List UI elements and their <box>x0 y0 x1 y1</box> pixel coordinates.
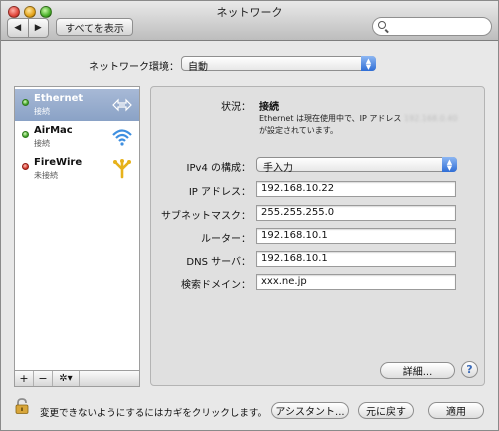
status-description: Ethernet は現在使用中で、IP アドレス 192.168.0.40 が設… <box>259 113 459 137</box>
search-icon <box>378 21 386 29</box>
subnet-mask-field[interactable]: 255.255.255.0 <box>256 205 456 221</box>
ip-address-field[interactable]: 192.168.10.22 <box>256 181 456 197</box>
back-forward-control: ◀ ▶ <box>7 18 49 38</box>
service-name: FireWire <box>34 157 83 168</box>
location-value: 自動 <box>188 62 208 73</box>
status-label: 状況： <box>221 102 251 113</box>
status-dot-disconnected-icon <box>22 163 29 170</box>
router-field[interactable]: 192.168.10.1 <box>256 228 456 244</box>
network-preferences-window: ネットワーク ◀ ▶ すべてを表示 ネットワーク環境： 自動 ▲ ▼ Ethern… <box>0 0 499 431</box>
status-dot-connected-icon <box>22 99 29 106</box>
status-value: 接続 <box>259 102 279 113</box>
service-item-ethernet[interactable]: Ethernet 接続 <box>15 89 139 121</box>
dns-server-field[interactable]: 192.168.10.1 <box>256 251 456 267</box>
lock-message: 変更できないようにするにはカギをクリックします。 <box>40 408 267 419</box>
subnet-mask-label: サブネットマスク： <box>161 211 251 222</box>
back-arrow-icon: ◀ <box>14 23 22 33</box>
revert-button[interactable]: 元に戻す <box>358 402 414 419</box>
search-domain-field[interactable]: xxx.ne.jp <box>256 274 456 290</box>
popup-arrows-icon: ▲ ▼ <box>361 56 376 71</box>
router-label: ルーター： <box>201 234 251 245</box>
status-desc-text-2: が設定されています。 <box>259 126 338 135</box>
lock-icon[interactable] <box>15 398 29 414</box>
search-field[interactable] <box>372 17 492 36</box>
service-name: AirMac <box>34 125 73 136</box>
show-all-button[interactable]: すべてを表示 <box>56 18 133 36</box>
apply-button[interactable]: 適用 <box>428 402 484 419</box>
ethernet-icon <box>112 98 132 112</box>
search-domain-label: 検索ドメイン： <box>181 280 251 291</box>
advanced-button[interactable]: 詳細... <box>380 362 455 379</box>
remove-service-button[interactable]: − <box>34 371 53 386</box>
service-name: Ethernet <box>34 93 84 104</box>
ip-address-label: IP アドレス： <box>188 187 251 198</box>
status-dot-connected-icon <box>22 131 29 138</box>
back-button[interactable]: ◀ <box>8 19 28 37</box>
service-status: 未接続 <box>34 171 58 180</box>
help-button[interactable]: ? <box>461 361 478 378</box>
location-popup[interactable]: 自動 ▲ ▼ <box>181 56 376 73</box>
status-desc-text: Ethernet は現在使用中で、IP アドレス <box>259 114 402 123</box>
service-status: 接続 <box>34 107 50 116</box>
service-list: Ethernet 接続 AirMac 接続 FireWire 未接続 <box>14 86 140 386</box>
forward-arrow-icon: ▶ <box>34 23 42 33</box>
firewire-icon <box>113 159 131 179</box>
location-label: ネットワーク環境： <box>89 62 179 73</box>
service-list-toolbar: + − ✲▾ <box>14 370 140 387</box>
status-desc-ip: 192.168.0.40 <box>403 114 458 123</box>
ipv4-config-label: IPv4 の構成： <box>186 163 251 174</box>
service-item-airmac[interactable]: AirMac 接続 <box>15 121 139 153</box>
title-bar: ネットワーク ◀ ▶ すべてを表示 <box>1 1 498 41</box>
forward-button[interactable]: ▶ <box>27 19 49 37</box>
wifi-icon <box>112 129 132 146</box>
service-item-firewire[interactable]: FireWire 未接続 <box>15 153 139 185</box>
add-service-button[interactable]: + <box>15 371 34 386</box>
gear-menu-button[interactable]: ✲▾ <box>53 371 80 386</box>
assistant-button[interactable]: アシスタント... <box>271 402 349 419</box>
ipv4-config-popup[interactable]: 手入力 ▲ ▼ <box>256 157 457 174</box>
service-status: 接続 <box>34 139 50 148</box>
ipv4-config-value: 手入力 <box>263 163 293 174</box>
dns-server-label: DNS サーバ： <box>186 257 251 268</box>
popup-arrows-icon: ▲ ▼ <box>442 157 457 172</box>
